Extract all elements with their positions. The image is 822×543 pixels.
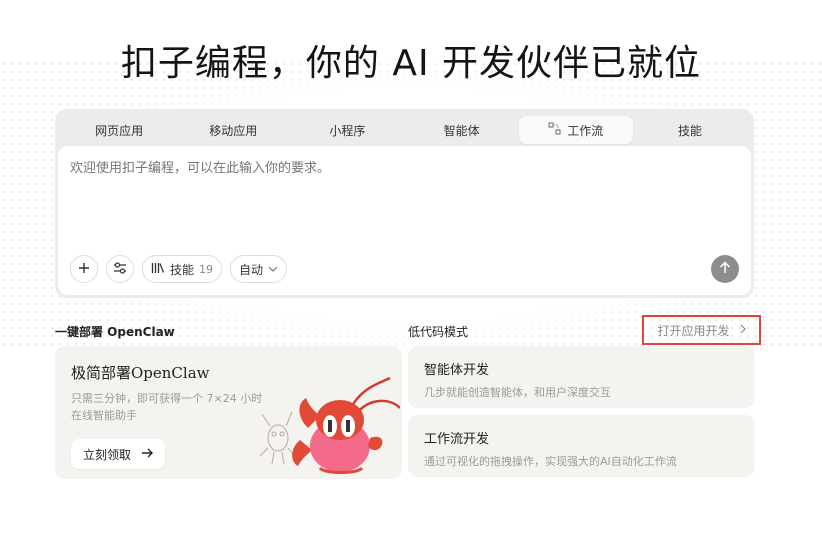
workflow-dev-card[interactable]: 工作流开发 通过可视化的拖拽操作，实现强大的AI自动化工作流 (408, 415, 755, 477)
plus-icon (78, 262, 90, 277)
promo-description: 只需三分钟，即可获得一个 7×24 小时在线智能助手 (71, 392, 263, 422)
send-button[interactable] (711, 255, 739, 283)
chevron-right-icon (740, 323, 746, 337)
library-icon (151, 262, 165, 277)
arrow-right-icon (141, 447, 154, 461)
openclaw-promo-card: 极简部署OpenClaw 只需三分钟，即可获得一个 7×24 小时在线智能助手 … (55, 346, 402, 479)
lobster-mascot-illustration (259, 376, 400, 474)
page: 扣子编程，你的 AI 开发伙伴已就位 网页应用 移动应用 小程序 智能体 工作流… (0, 0, 822, 543)
openclaw-section-title: 一键部署 OpenClaw (55, 325, 175, 339)
add-button[interactable] (70, 255, 98, 283)
prompt-box: 技能 19 自动 (58, 146, 751, 295)
card-title: 工作流开发 (424, 432, 490, 447)
promo-title: 极简部署OpenClaw (71, 364, 210, 382)
workflow-icon (548, 122, 561, 138)
card-description: 通过可视化的拖拽操作，实现强大的AI自动化工作流 (424, 455, 677, 468)
lowcode-section-title: 低代码模式 (408, 325, 469, 339)
tab-workflow[interactable]: 工作流 (518, 116, 633, 144)
tab-skills[interactable]: 技能 (633, 116, 747, 144)
tab-mini-program[interactable]: 小程序 (290, 116, 404, 144)
card-description: 几步就能创造智能体，和用户深度交互 (424, 386, 611, 399)
agent-dev-card[interactable]: 智能体开发 几步就能创造智能体，和用户深度交互 (408, 346, 755, 408)
tab-agent[interactable]: 智能体 (405, 116, 519, 144)
composer-toolbar: 技能 19 自动 (70, 255, 288, 283)
skills-button[interactable]: 技能 19 (142, 255, 223, 283)
settings-button[interactable] (106, 255, 134, 283)
arrow-up-icon (719, 260, 731, 278)
mode-select[interactable]: 自动 (230, 255, 288, 283)
tab-web-app[interactable]: 网页应用 (62, 116, 176, 144)
skills-count: 19 (199, 262, 214, 276)
claim-now-button[interactable]: 立刻领取 (71, 439, 166, 469)
sliders-icon (113, 261, 127, 277)
app-type-tabs: 网页应用 移动应用 小程序 智能体 工作流 技能 (58, 112, 751, 148)
composer: 网页应用 移动应用 小程序 智能体 工作流 技能 欢迎使用扣子编程，可以在此输入… (55, 109, 754, 298)
chevron-down-icon (268, 264, 278, 275)
open-app-dev-link[interactable]: 打开应用开发 (642, 315, 761, 345)
page-headline: 扣子编程，你的 AI 开发伙伴已就位 (120, 43, 702, 84)
card-title: 智能体开发 (424, 363, 490, 378)
tab-mobile-app[interactable]: 移动应用 (176, 116, 290, 144)
prompt-input[interactable] (70, 161, 670, 176)
